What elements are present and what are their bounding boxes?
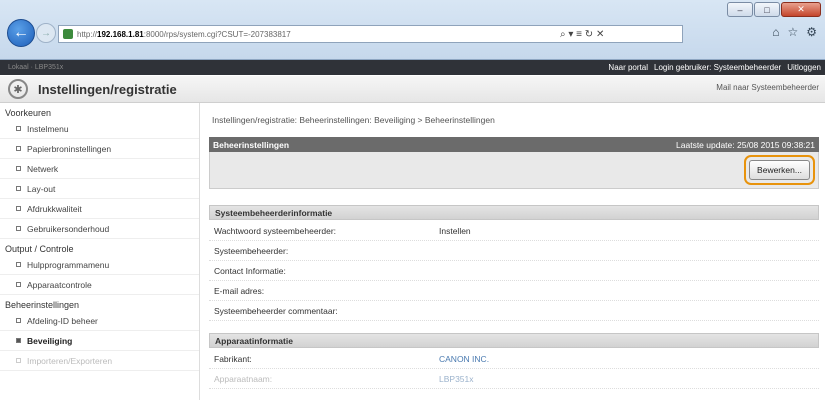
sidebar: Voorkeuren Instelmenu Papierbroninstelli… bbox=[0, 103, 200, 400]
settings-gear-icon[interactable]: ⚙ bbox=[806, 25, 817, 39]
page-header: ✱ Instellingen/registratie Mail naar Sys… bbox=[0, 76, 825, 103]
login-user-text: Login gebruiker: Systeembeheerder bbox=[654, 63, 782, 72]
sidebar-item-instelmenu[interactable]: Instelmenu bbox=[0, 119, 199, 139]
mail-admin-link[interactable]: Mail naar Systeembeheerder bbox=[716, 83, 819, 92]
table-row: Wachtwoord systeembeheerder: Instellen bbox=[209, 221, 819, 241]
favorites-star-icon[interactable]: ☆ bbox=[787, 25, 798, 39]
page-title: Instellingen/registratie bbox=[38, 81, 177, 97]
maximize-button[interactable]: □ bbox=[754, 2, 780, 17]
window-controls: – □ ✕ bbox=[727, 2, 821, 17]
table-row: Contact Informatie: bbox=[209, 261, 819, 281]
home-icon[interactable]: ⌂ bbox=[772, 25, 779, 39]
sidebar-item-papierbron[interactable]: Papierbroninstellingen bbox=[0, 139, 199, 159]
bullet-icon bbox=[16, 146, 21, 151]
sidebar-item-importeren[interactable]: Importeren/Exporteren bbox=[0, 351, 199, 371]
breadcrumb: Instellingen/registratie: Beheerinstelli… bbox=[212, 115, 495, 125]
back-arrow-icon[interactable]: ← bbox=[7, 19, 35, 47]
bullet-icon bbox=[16, 338, 21, 343]
edit-button-highlight: Bewerken... bbox=[744, 155, 815, 185]
bullet-icon bbox=[16, 166, 21, 171]
site-favicon-icon bbox=[63, 29, 73, 39]
browser-toolbar: ⌂ ☆ ⚙ bbox=[772, 25, 817, 39]
sidebar-item-netwerk[interactable]: Netwerk bbox=[0, 159, 199, 179]
forward-arrow-icon[interactable]: → bbox=[36, 23, 56, 43]
sidebar-group-output: Output / Controle bbox=[5, 244, 74, 254]
table-row: Systeembeheerder commentaar: bbox=[209, 301, 819, 321]
sidebar-group-voorkeuren: Voorkeuren bbox=[5, 108, 52, 118]
edit-button[interactable]: Bewerken... bbox=[749, 160, 810, 180]
bullet-icon bbox=[16, 282, 21, 287]
bullet-icon bbox=[16, 186, 21, 191]
browser-chrome: – □ ✕ ← → http://192.168.1.81:8000/rps/s… bbox=[0, 0, 825, 60]
last-update-text: Laatste update: 25/08 2015 09:38:21 bbox=[676, 139, 815, 150]
bullet-icon bbox=[16, 262, 21, 267]
bullet-icon bbox=[16, 358, 21, 363]
sidebar-item-lay-out[interactable]: Lay-out bbox=[0, 179, 199, 199]
panel-title: Beheerinstellingen bbox=[213, 139, 290, 150]
sidebar-item-hulpprogrammamenu[interactable]: Hulpprogrammamenu bbox=[0, 255, 199, 275]
bullet-icon bbox=[16, 206, 21, 211]
main-content: Instellingen/registratie: Beheerinstelli… bbox=[209, 103, 821, 400]
portal-bar: Lokaal · LBP351x Naar portal Login gebru… bbox=[0, 60, 825, 75]
bullet-icon bbox=[16, 318, 21, 323]
portal-link[interactable]: Naar portal bbox=[608, 63, 648, 72]
table-row: Systeembeheerder: bbox=[209, 241, 819, 261]
table-row: Apparaatnaam: LBP351x bbox=[209, 369, 819, 389]
sidebar-item-apparaatcontrole[interactable]: Apparaatcontrole bbox=[0, 275, 199, 295]
sidebar-item-afdrukkwaliteit[interactable]: Afdrukkwaliteit bbox=[0, 199, 199, 219]
address-tools[interactable]: ⌕ ▾ ≡ ↻ ✕ bbox=[560, 25, 604, 43]
url-text: http://192.168.1.81:8000/rps/system.cgi?… bbox=[77, 29, 291, 39]
settings-icon: ✱ bbox=[8, 79, 28, 99]
sidebar-group-beheer: Beheerinstellingen bbox=[5, 300, 80, 310]
bullet-icon bbox=[16, 126, 21, 131]
sidebar-item-gebruikersonderhoud[interactable]: Gebruikersonderhoud bbox=[0, 219, 199, 239]
table-row: Fabrikant: CANON INC. bbox=[209, 349, 819, 369]
device-label: Lokaal · LBP351x bbox=[8, 64, 64, 71]
logout-link[interactable]: Uitloggen bbox=[787, 63, 821, 72]
table-row: E-mail adres: bbox=[209, 281, 819, 301]
section-header-admin-info: Systeembeheerderinformatie bbox=[209, 205, 819, 220]
bullet-icon bbox=[16, 226, 21, 231]
panel-header: Beheerinstellingen Laatste update: 25/08… bbox=[209, 137, 819, 152]
sidebar-item-beveiliging[interactable]: Beveiliging bbox=[0, 331, 199, 351]
section-header-device-info: Apparaatinformatie bbox=[209, 333, 819, 348]
panel-toolbar: Bewerken... bbox=[209, 152, 819, 189]
minimize-button[interactable]: – bbox=[727, 2, 753, 17]
close-window-button[interactable]: ✕ bbox=[781, 2, 821, 17]
sidebar-item-afdeling-id[interactable]: Afdeling-ID beheer bbox=[0, 311, 199, 331]
